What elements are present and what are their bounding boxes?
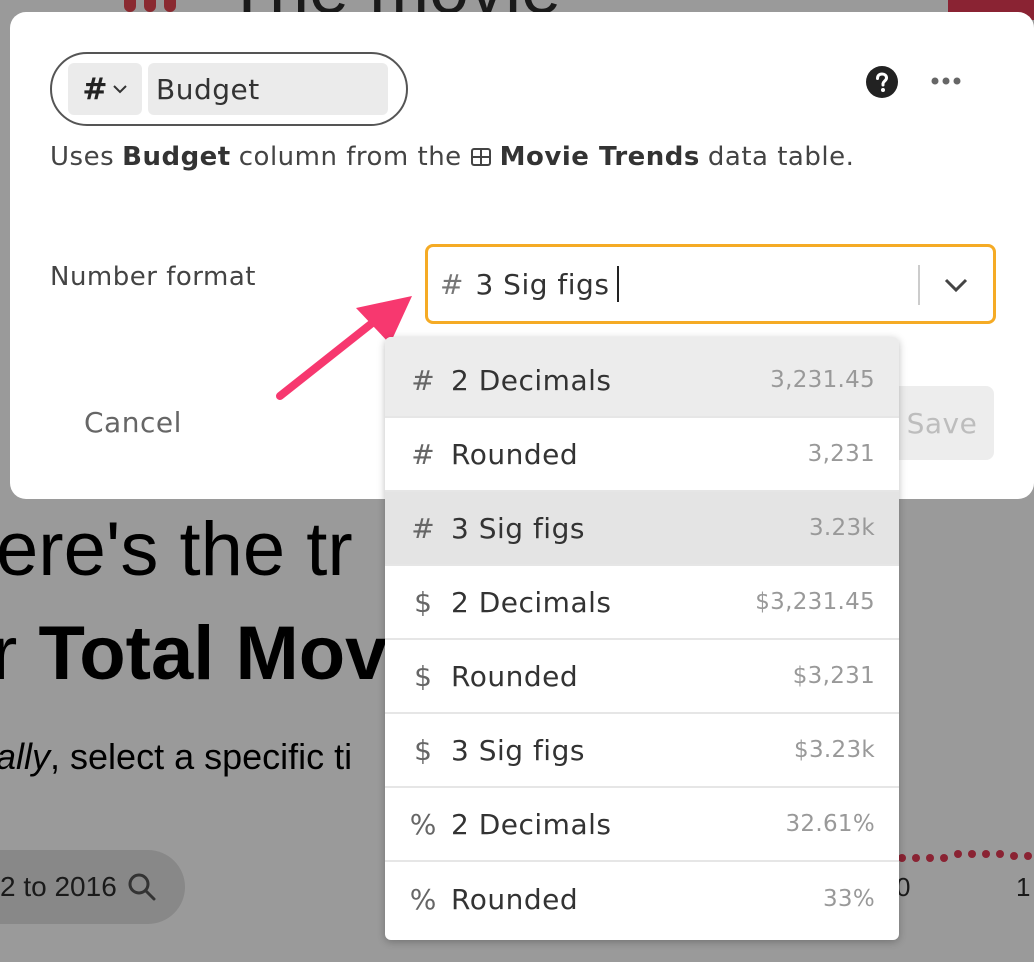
option-sample: 3,231 (807, 441, 875, 467)
column-selector: # Budget (50, 52, 408, 126)
format-option[interactable]: % 2 Decimals 32.61% (385, 788, 899, 862)
option-icon: # (411, 363, 435, 397)
chevron-down-icon[interactable] (942, 273, 970, 297)
number-format-value: 3 Sig figs (475, 267, 610, 301)
option-label: Rounded (451, 659, 579, 693)
number-type-icon: # (82, 71, 108, 107)
format-option[interactable]: #2 Decimals 3,231.45 (385, 337, 899, 418)
number-format-dropdown: #2 Decimals 3,231.45 # Rounded 3,231 #3 S… (385, 337, 899, 940)
option-sample: 3.23k (808, 515, 875, 541)
save-button[interactable]: Save (890, 386, 994, 460)
table-icon (470, 148, 491, 166)
date-range-search[interactable]: 2 to 2016 (0, 850, 185, 924)
option-icon: % (409, 807, 437, 841)
option-label: 2 Decimals (451, 363, 612, 397)
option-label: 2 Decimals (451, 585, 612, 619)
search-icon (128, 873, 156, 901)
format-option[interactable]: $3 Sig figs $3.23k (385, 714, 899, 788)
option-sample: $3,231 (792, 663, 875, 689)
number-format-select[interactable]: # 3 Sig figs (425, 244, 996, 324)
column-description: Uses Budget column from the Movie Trends… (50, 142, 855, 172)
format-option[interactable]: $ Rounded $3,231 (385, 640, 899, 714)
option-label: 2 Decimals (451, 807, 612, 841)
number-format-icon: # (440, 267, 464, 301)
option-sample: $3.23k (794, 737, 875, 763)
option-icon: % (409, 882, 437, 916)
number-format-label: Number format (50, 262, 256, 292)
option-icon: $ (414, 733, 432, 767)
option-sample: 32.61% (785, 811, 875, 837)
format-option[interactable]: $2 Decimals $3,231.45 (385, 566, 899, 640)
help-icon[interactable] (866, 66, 898, 98)
option-icon: $ (414, 585, 432, 619)
option-icon: # (411, 437, 435, 471)
chart-dots (898, 850, 1032, 862)
date-range-label: 2 to 2016 (0, 871, 117, 902)
option-icon: $ (414, 659, 432, 693)
format-option[interactable]: # Rounded 3,231 (385, 418, 899, 492)
logo (120, 0, 190, 12)
axis-tick-label: 1 (1016, 872, 1031, 902)
option-label: Rounded (451, 437, 579, 471)
format-option[interactable]: % Rounded 33% (385, 862, 899, 936)
background-heading-2: r Total Mov (0, 611, 388, 696)
option-label: 3 Sig figs (451, 733, 585, 767)
chevron-down-icon (112, 85, 127, 94)
option-sample: 33% (822, 886, 875, 912)
option-sample: 3,231.45 (770, 367, 875, 393)
column-name-input[interactable]: Budget (148, 63, 388, 115)
option-label: 3 Sig figs (451, 511, 585, 545)
option-label: Rounded (451, 882, 579, 916)
select-divider (918, 265, 920, 305)
option-sample: $3,231.45 (755, 589, 875, 615)
format-option-selected[interactable]: #3 Sig figs 3.23k (385, 492, 899, 566)
text-caret (617, 266, 620, 302)
background-subtext: ally, select a specific ti (0, 736, 353, 777)
cancel-button[interactable]: Cancel (84, 406, 182, 439)
column-type-button[interactable]: # (68, 63, 142, 115)
background-heading: ere's the tr (0, 507, 353, 592)
more-options-icon[interactable] (930, 74, 962, 88)
option-icon: # (411, 511, 435, 545)
